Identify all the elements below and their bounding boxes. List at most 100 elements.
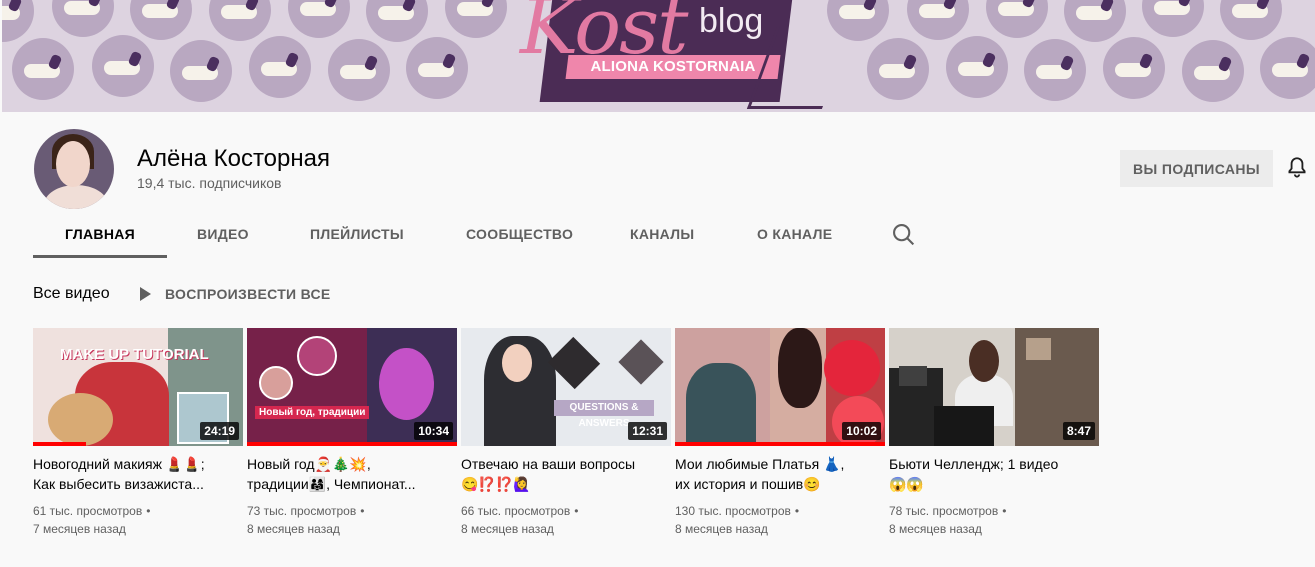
thumbnail-person-hair [778,328,822,408]
video-card[interactable]: MAKE UP TUTORIAL 24:19 Новогодний макияж… [33,328,243,538]
video-duration: 10:34 [414,422,453,440]
upload-age: 8 месяцев назад [889,522,982,536]
watch-progress-bar [247,442,457,446]
channel-name: Алёна Косторная [137,145,330,172]
banner-ribbon-text: ALIONA KOSTORNAIA [590,58,756,75]
tab-about[interactable]: О КАНАЛЕ [725,210,864,258]
search-icon[interactable] [890,221,918,249]
thumbnail-monitor-shape [899,366,927,386]
video-title[interactable]: Новый год🎅🎄💥, традиции👨‍👩‍👧, Чемпионат..… [247,454,432,494]
video-title-line: Как выбесить визажиста... [33,476,204,492]
video-title-line: Бьюти Челлендж; 1 видео [889,456,1059,472]
banner-pattern-unicorn [52,0,114,37]
banner-pattern-unicorn [867,38,929,100]
banner-pattern-unicorn [1064,0,1126,42]
view-count: 73 тыс. просмотров [247,504,357,518]
watch-progress-bar [675,442,885,446]
avatar-face-shape [56,141,90,187]
upload-age: 7 месяцев назад [33,522,126,536]
section-title: Все видео [33,285,110,302]
play-all-button[interactable]: ВОСПРОИЗВЕСТИ ВСЕ [135,283,337,305]
video-thumbnail[interactable]: MAKE UP TUTORIAL 24:19 [33,328,243,446]
thumbnail-person-hair [379,348,434,420]
banner-pattern-unicorn [445,0,507,38]
video-title-line: 😱😱 [889,476,924,492]
video-thumbnail[interactable]: Новый год, традиции 10:34 [247,328,457,446]
video-meta: 130 тыс. просмотров • 8 месяцев назад [675,502,885,538]
video-title[interactable]: Новогодний макияж 💄💄; Как выбесить визаж… [33,454,218,494]
video-thumbnail[interactable]: 8:47 [889,328,1099,446]
channel-header: Алёна Косторная 19,4 тыс. подписчиков ВЫ… [2,112,1315,260]
banner-pattern-unicorn [249,36,311,98]
thumbnail-photo-circle [259,366,293,400]
video-meta: 66 тыс. просмотров • 8 месяцев назад [461,502,671,538]
video-title-line: Новый год🎅🎄💥, [247,456,371,472]
video-card[interactable]: 8:47 Бьюти Челлендж; 1 видео 😱😱 78 тыс. … [889,328,1099,538]
thumbnail-caption: QUESTIONS & ANSWERS [554,400,654,429]
video-card[interactable]: 10:02 Мои любимые Платья 👗, их история и… [675,328,885,538]
banner-pattern-unicorn [1103,37,1165,99]
banner-pattern-unicorn [907,0,969,40]
video-title-line: их история и пошив😊 [675,476,821,492]
banner-pattern-unicorn [366,0,428,42]
view-count: 66 тыс. просмотров [461,504,571,518]
thumbnail-photo-circle [297,336,337,376]
banner-pattern-unicorn [1220,0,1282,40]
banner-pattern-unicorn [946,36,1008,98]
thumbnail-caption: MAKE UP TUTORIAL [60,346,209,363]
banner-pattern-unicorn [12,38,74,100]
video-title-line: традиции👨‍👩‍👧, Чемпионат... [247,476,416,492]
video-title-line: Мои любимые Платья 👗, [675,456,845,472]
video-title[interactable]: Бьюти Челлендж; 1 видео 😱😱 [889,454,1074,494]
banner-pattern-unicorn [328,39,390,101]
video-thumbnail[interactable]: 10:02 [675,328,885,446]
upload-age: 8 месяцев назад [675,522,768,536]
video-title[interactable]: Мои любимые Платья 👗, их история и пошив… [675,454,860,494]
upload-age: 8 месяцев назад [247,522,340,536]
thumbnail-chair-shape [934,406,994,446]
videos-section: Все видео ВОСПРОИЗВЕСТИ ВСЕ MAKE UP TUTO… [2,260,1315,567]
banner-pattern-unicorn [1182,40,1244,102]
banner-pattern-unicorn [1142,0,1204,37]
video-meta: 61 тыс. просмотров • 7 месяцев назад [33,502,243,538]
watch-progress-bar [33,442,86,446]
banner-pattern-unicorn [130,0,192,40]
thumbnail-dog-shape [48,393,113,446]
tab-videos[interactable]: ВИДЕО [165,210,281,258]
banner-pattern-unicorn [1260,37,1315,99]
video-thumbnail[interactable]: QUESTIONS & ANSWERS 12:31 [461,328,671,446]
video-duration: 8:47 [1062,422,1095,440]
video-meta: 73 тыс. просмотров • 8 месяцев назад [247,502,457,538]
banner-pattern-unicorn [406,37,468,99]
view-count: 78 тыс. просмотров [889,504,999,518]
youtube-channel-page: Kost blog ALIONA KOSTORNAIA Алёна Костор… [0,0,1315,567]
banner-pattern-unicorn [209,0,271,41]
subscribed-button[interactable]: ВЫ ПОДПИСАНЫ [1120,150,1273,187]
banner-pattern-unicorn [170,40,232,102]
upload-age: 8 месяцев назад [461,522,554,536]
banner-pattern-unicorn [288,0,350,38]
video-card[interactable]: Новый год, традиции 10:34 Новый год🎅🎄💥, … [247,328,457,538]
thumbnail-picture-frame [1026,338,1051,360]
tab-home[interactable]: ГЛАВНАЯ [33,210,168,258]
bell-icon[interactable] [1284,154,1310,182]
banner-pattern-unicorn [2,0,34,42]
tab-channels[interactable]: КАНАЛЫ [598,210,726,258]
tab-community[interactable]: СООБЩЕСТВО [434,210,605,258]
view-count: 130 тыс. просмотров [675,504,791,518]
banner-pattern-unicorn [1024,39,1086,101]
video-duration: 24:19 [200,422,239,440]
video-card[interactable]: QUESTIONS & ANSWERS 12:31 Отвечаю на ваш… [461,328,671,538]
tab-playlists[interactable]: ПЛЕЙЛИСТЫ [278,210,436,258]
channel-banner: Kost blog ALIONA KOSTORNAIA [2,0,1315,112]
channel-tabs: ГЛАВНАЯ ВИДЕО ПЛЕЙЛИСТЫ СООБЩЕСТВО КАНАЛ… [2,210,1315,260]
video-title[interactable]: Отвечаю на ваши вопросы 😋⁉️⁉️🙋‍♀️ [461,454,646,494]
thumbnail-balloon [824,340,880,396]
thumbnail-dress-shape [686,363,756,446]
banner-name-ribbon: ALIONA KOSTORNAIA [565,55,781,79]
video-title-line: 😋⁉️⁉️🙋‍♀️ [461,476,531,492]
channel-avatar[interactable] [34,129,114,209]
video-duration: 12:31 [628,422,667,440]
avatar-shoulder-shape [44,185,108,209]
banner-blog-label: blog [699,2,764,40]
